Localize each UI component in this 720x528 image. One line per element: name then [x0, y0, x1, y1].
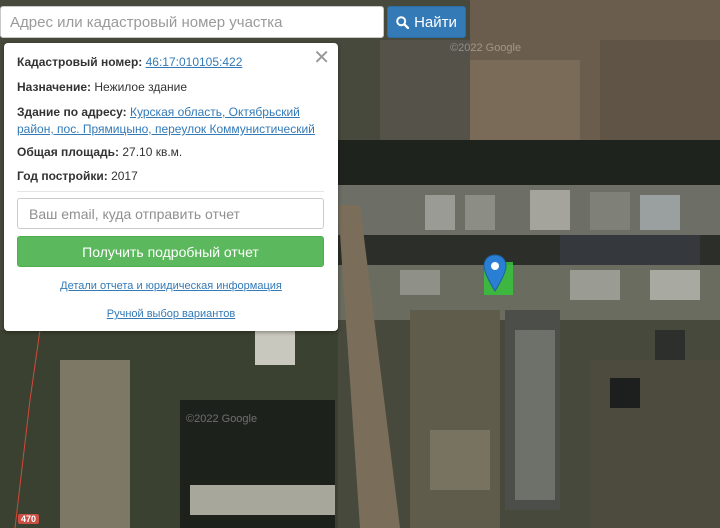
- cadastral-row: Кадастровый номер: 46:17:010105:422: [17, 54, 317, 71]
- purpose-value: Нежилое здание: [94, 80, 188, 94]
- address-label: Здание по адресу:: [17, 105, 127, 119]
- year-label: Год постройки:: [17, 169, 108, 183]
- area-label: Общая площадь:: [17, 145, 120, 159]
- email-field[interactable]: [17, 198, 324, 229]
- purpose-row: Назначение: Нежилое здание: [17, 79, 317, 96]
- manual-selection-link[interactable]: Ручной выбор вариантов: [107, 308, 235, 320]
- email-input[interactable]: [18, 199, 323, 228]
- year-row: Год постройки: 2017: [17, 168, 317, 185]
- find-button[interactable]: Найти: [387, 6, 466, 38]
- year-value: 2017: [111, 169, 138, 183]
- address-search-input[interactable]: [1, 7, 383, 37]
- get-report-button[interactable]: Получить подробный отчет: [17, 236, 324, 267]
- address-row: Здание по адресу: Курская область, Октяб…: [17, 104, 317, 138]
- cadastral-number-link[interactable]: 46:17:010105:422: [146, 55, 243, 69]
- area-value: 27.10 кв.м.: [122, 145, 183, 159]
- map-pin-icon[interactable]: [483, 254, 507, 292]
- manual-link-wrap: Ручной выбор вариантов: [4, 308, 338, 320]
- parcel-info-panel: ✕ Кадастровый номер: 46:17:010105:422 На…: [4, 43, 338, 331]
- address-search-box[interactable]: [0, 6, 384, 38]
- purpose-label: Назначение:: [17, 80, 92, 94]
- cadastral-label: Кадастровый номер:: [17, 55, 143, 69]
- map-watermark: ©2022 Google: [186, 413, 258, 425]
- road-number-badge: 470: [18, 514, 40, 524]
- divider: [17, 191, 324, 192]
- search-icon: [396, 15, 410, 29]
- details-link-wrap: Детали отчета и юридическая информация: [4, 280, 338, 292]
- details-link[interactable]: Детали отчета и юридическая информация: [60, 280, 282, 292]
- map-watermark: ©2022 Google: [450, 42, 522, 54]
- area-row: Общая площадь: 27.10 кв.м.: [17, 144, 317, 161]
- find-button-label: Найти: [414, 13, 457, 31]
